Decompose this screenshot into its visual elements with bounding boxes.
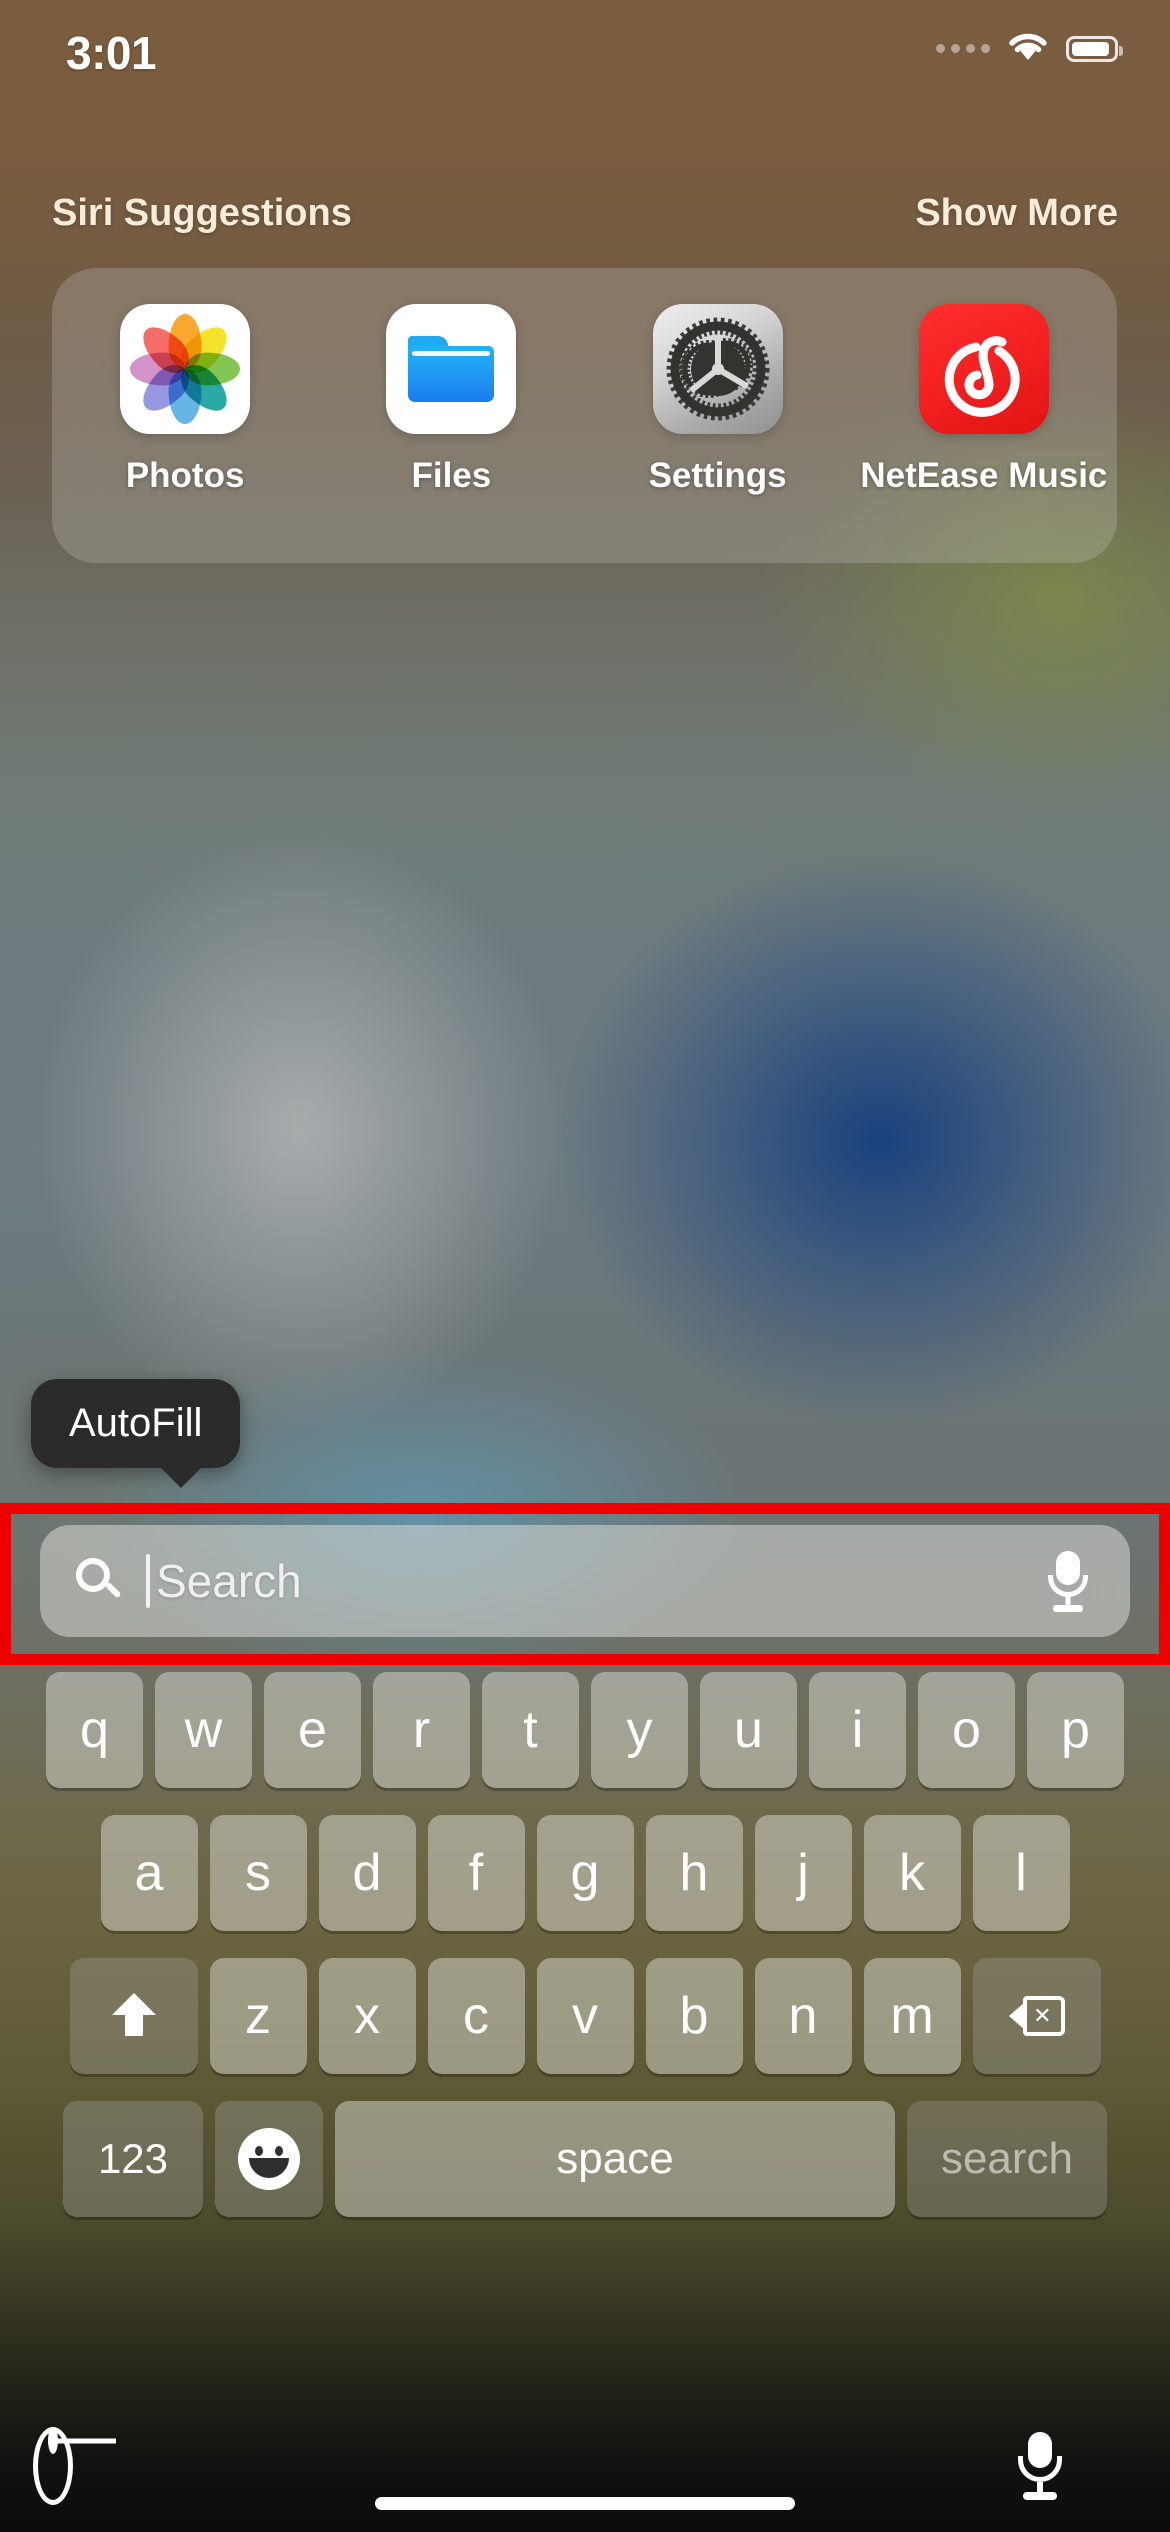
siri-suggestions-card: Photos Files (52, 268, 1117, 563)
key-x[interactable]: x (319, 1958, 416, 2074)
key-e[interactable]: e (264, 1672, 361, 1788)
search-placeholder: Search (156, 1554, 1042, 1608)
emoji-key[interactable] (215, 2101, 323, 2217)
folder-glyph (408, 336, 494, 402)
app-tile-netease-music[interactable]: NetEase Music (879, 304, 1089, 496)
key-v[interactable]: v (537, 1958, 634, 2074)
keyboard-row-4: 123 space search (0, 2101, 1170, 2217)
space-key[interactable]: space (335, 2101, 895, 2217)
key-d[interactable]: d (319, 1815, 416, 1931)
magnifier-icon (76, 1558, 122, 1604)
dictation-key[interactable] (1040, 2432, 1120, 2512)
autofill-tooltip[interactable]: AutoFill (31, 1379, 240, 1468)
app-tile-photos[interactable]: Photos (80, 304, 290, 496)
keyboard-row-2: a s d f g h j k l (0, 1815, 1170, 1931)
search-return-key[interactable]: search (907, 2101, 1107, 2217)
key-l[interactable]: l (973, 1815, 1070, 1931)
key-y[interactable]: y (591, 1672, 688, 1788)
key-c[interactable]: c (428, 1958, 525, 2074)
key-r[interactable]: r (373, 1672, 470, 1788)
wifi-icon (1006, 30, 1050, 67)
on-screen-keyboard: q w e r t y u i o p a s d f g h j k l z … (0, 1672, 1170, 2452)
emoji-smiley-icon (238, 2128, 300, 2190)
key-q[interactable]: q (46, 1672, 143, 1788)
key-z[interactable]: z (210, 1958, 307, 2074)
gear-glyph (662, 313, 774, 425)
keyboard-bottom-bar (0, 2452, 1170, 2532)
key-s[interactable]: s (210, 1815, 307, 1931)
key-a[interactable]: a (101, 1815, 198, 1931)
key-o[interactable]: o (918, 1672, 1015, 1788)
app-label-netease-music: NetEase Music (860, 456, 1107, 496)
numbers-key[interactable]: 123 (63, 2101, 203, 2217)
show-more-button[interactable]: Show More (915, 192, 1118, 235)
key-w[interactable]: w (155, 1672, 252, 1788)
key-h[interactable]: h (646, 1815, 743, 1931)
status-time: 3:01 (66, 26, 156, 80)
status-bar-indicators (936, 30, 1118, 67)
backspace-key[interactable]: ✕ (973, 1958, 1101, 2074)
shift-key[interactable] (70, 1958, 198, 2074)
key-k[interactable]: k (864, 1815, 961, 1931)
key-t[interactable]: t (482, 1672, 579, 1788)
home-indicator (375, 2497, 795, 2510)
globe-icon (48, 2427, 58, 2454)
siri-suggestions-header: Siri Suggestions Show More (0, 192, 1170, 235)
photos-pinwheel (133, 317, 237, 421)
app-tile-files[interactable]: Files (346, 304, 556, 496)
photos-app-icon (120, 304, 250, 434)
netease-logo-glyph (932, 317, 1036, 421)
status-bar: 3:01 (0, 0, 1170, 110)
key-g[interactable]: g (537, 1815, 634, 1931)
key-u[interactable]: u (700, 1672, 797, 1788)
key-n[interactable]: n (755, 1958, 852, 2074)
netease-music-app-icon (919, 304, 1049, 434)
keyboard-row-1: q w e r t y u i o p (0, 1672, 1170, 1788)
key-j[interactable]: j (755, 1815, 852, 1931)
text-cursor (146, 1554, 150, 1608)
key-m[interactable]: m (864, 1958, 961, 2074)
app-label-settings: Settings (649, 456, 787, 496)
app-tile-settings[interactable]: Settings (613, 304, 823, 496)
files-app-icon (386, 304, 516, 434)
key-b[interactable]: b (646, 1958, 743, 2074)
microphone-icon[interactable] (1042, 1549, 1094, 1613)
app-label-files: Files (411, 456, 491, 496)
key-f[interactable]: f (428, 1815, 525, 1931)
keyboard-row-3: z x c v b n m ✕ (0, 1958, 1170, 2074)
shift-arrow-icon (112, 1993, 156, 2039)
signal-dots-icon (936, 44, 990, 53)
autofill-tooltip-label: AutoFill (69, 1401, 202, 1445)
key-p[interactable]: p (1027, 1672, 1124, 1788)
battery-icon (1066, 36, 1118, 62)
globe-key[interactable] (48, 2432, 128, 2512)
siri-suggestions-title: Siri Suggestions (52, 192, 352, 235)
settings-app-icon (653, 304, 783, 434)
backspace-icon: ✕ (1009, 1996, 1065, 2036)
search-input[interactable]: Search (40, 1525, 1130, 1637)
app-label-photos: Photos (126, 456, 245, 496)
key-i[interactable]: i (809, 1672, 906, 1788)
